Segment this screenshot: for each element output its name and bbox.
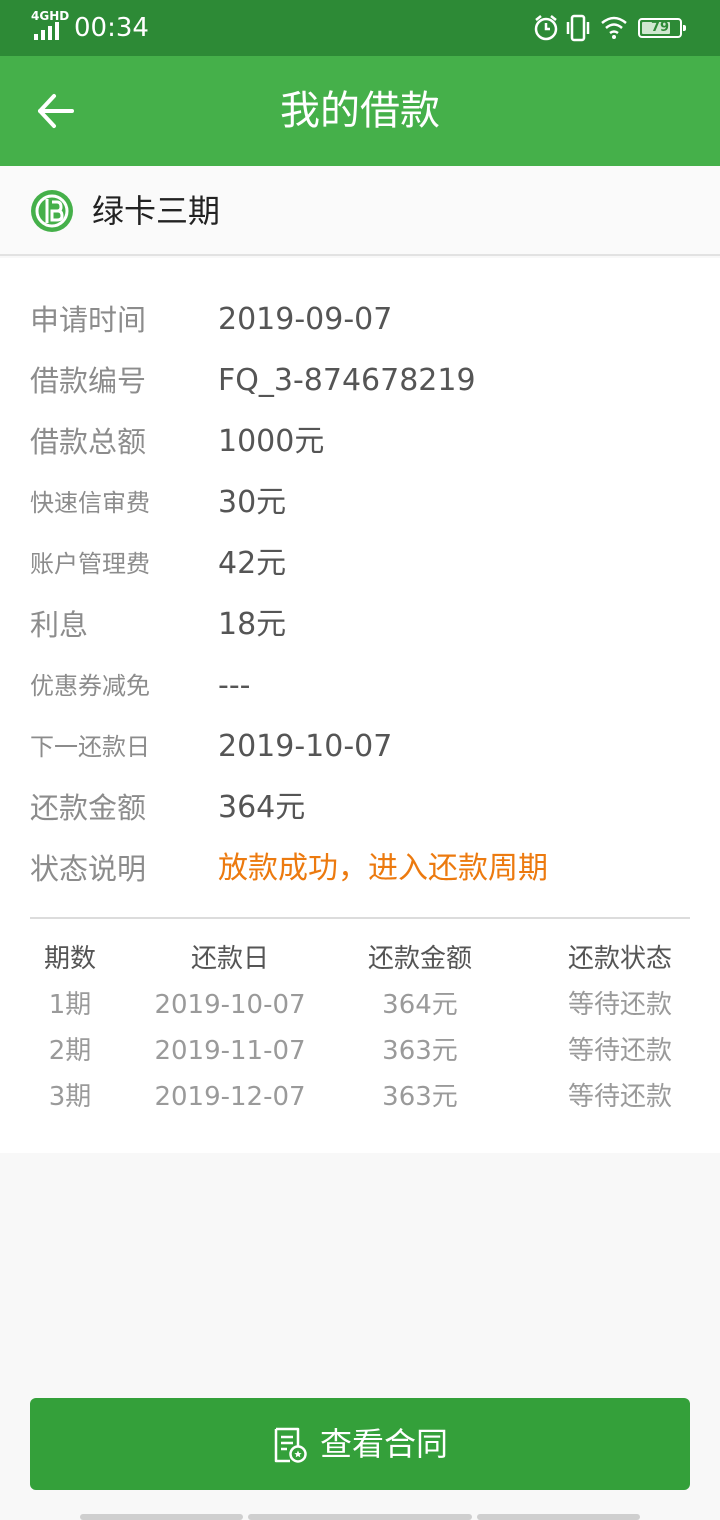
detail-row-apply-date: 申请时间 2019-09-07: [0, 290, 720, 350]
schedule-header: 期数 还款日 还款金额 还款状态: [0, 936, 720, 982]
contract-document-icon: [274, 1427, 307, 1463]
detail-row-coupon: 优惠券减免 ---: [0, 656, 720, 716]
battery-icon: 79: [638, 18, 686, 38]
table-cell: 363元: [382, 1036, 458, 1066]
detail-row-total-amount: 借款总额 1000元: [0, 412, 720, 472]
detail-label: 快速信审费: [30, 489, 150, 517]
product-name: 绿卡三期: [92, 192, 221, 230]
detail-label: 申请时间: [30, 303, 147, 337]
detail-label: 借款编号: [30, 364, 147, 398]
detail-label: 账户管理费: [30, 550, 150, 578]
table-cell: 等待还款: [567, 1082, 672, 1112]
table-cell: 2019-12-07: [154, 1082, 306, 1112]
detail-row-next-due: 下一还款日 2019-10-07: [0, 717, 720, 777]
detail-row-loan-number: 借款编号 FQ_3-874678219: [0, 351, 720, 411]
table-cell: 363元: [382, 1082, 458, 1112]
table-cell: 2期: [48, 1036, 92, 1066]
detail-label: 状态说明: [30, 852, 147, 886]
table-cell: 等待还款: [567, 990, 672, 1020]
table-row: 1期 2019-10-07 364元 等待还款: [0, 982, 720, 1028]
detail-value: FQ_3-874678219: [218, 363, 476, 398]
greencard-logo-icon: [31, 190, 73, 232]
table-cell: 1期: [48, 990, 92, 1020]
alarm-icon: [534, 15, 558, 41]
table-row: 3期 2019-12-07 363元 等待还款: [0, 1074, 720, 1120]
detail-label: 利息: [30, 608, 89, 642]
detail-row-interest: 利息 18元: [0, 595, 720, 655]
status-time: 00:34: [74, 13, 149, 43]
detail-label: 优惠券减免: [30, 672, 150, 700]
vibrate-icon: [566, 14, 590, 42]
table-cell: 等待还款: [567, 1036, 672, 1066]
nav-hint-right: [477, 1514, 640, 1520]
column-header: 还款金额: [367, 944, 472, 974]
table-cell: 2019-11-07: [154, 1036, 306, 1066]
table-cell: 2019-10-07: [154, 990, 306, 1020]
detail-label: 下一还款日: [30, 733, 150, 761]
view-contract-button[interactable]: 查看合同: [30, 1398, 690, 1490]
detail-value: 364元: [218, 790, 306, 825]
detail-value: 42元: [218, 546, 287, 581]
detail-value: ---: [218, 668, 251, 703]
card-header: 绿卡三期: [0, 166, 720, 256]
detail-label: 借款总额: [30, 425, 147, 459]
table-cell: 364元: [382, 990, 458, 1020]
detail-value: 2019-10-07: [218, 729, 393, 764]
page-title: 我的借款: [280, 88, 440, 134]
section-divider: [30, 917, 690, 919]
detail-value: 18元: [218, 607, 287, 642]
loan-details-panel: 申请时间 2019-09-07 借款编号 FQ_3-874678219 借款总额…: [0, 258, 720, 1153]
detail-value: 30元: [218, 485, 287, 520]
detail-row-repay-amount: 还款金额 364元: [0, 778, 720, 838]
column-header: 期数: [43, 944, 96, 974]
table-cell: 3期: [48, 1082, 92, 1112]
detail-value: 2019-09-07: [218, 302, 393, 337]
status-bar: 4GHD 00:34 79: [0, 0, 720, 56]
detail-row-review-fee: 快速信审费 30元: [0, 473, 720, 533]
table-row: 2期 2019-11-07 363元 等待还款: [0, 1028, 720, 1074]
signal-icon: [34, 22, 59, 40]
battery-level: 79: [650, 20, 670, 35]
status-text: 放款成功，进入还款周期: [218, 851, 548, 886]
nav-hint-center: [248, 1514, 472, 1520]
detail-label: 还款金额: [30, 791, 147, 825]
view-contract-label: 查看合同: [320, 1425, 449, 1463]
column-header: 还款状态: [567, 944, 672, 974]
column-header: 还款日: [190, 944, 269, 974]
detail-row-account-fee: 账户管理费 42元: [0, 534, 720, 594]
wifi-icon: [601, 16, 627, 39]
detail-row-status: 状态说明 放款成功，进入还款周期: [0, 839, 720, 899]
app-header: 我的借款: [0, 56, 720, 166]
detail-value: 1000元: [218, 424, 325, 459]
nav-hint-left: [80, 1514, 243, 1520]
